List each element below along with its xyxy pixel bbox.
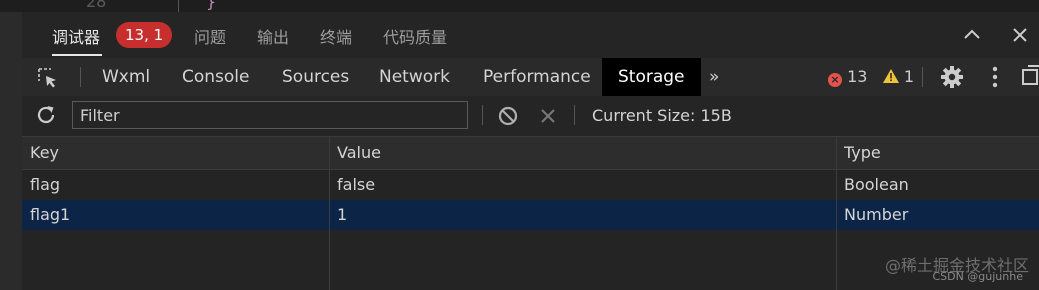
- separator: [80, 67, 81, 87]
- devtools-tab-bar: Wxml Console Sources Network Performance…: [22, 58, 1039, 97]
- tab-wxml[interactable]: Wxml: [102, 58, 150, 96]
- warning-icon: [882, 69, 899, 83]
- refresh-icon[interactable]: [34, 103, 60, 129]
- active-tab-indicator: [52, 54, 102, 56]
- cell-value: 1: [337, 205, 348, 224]
- cell-type: Number: [844, 205, 909, 224]
- chevron-up-icon[interactable]: [959, 22, 985, 48]
- column-header-key[interactable]: Key: [22, 138, 59, 168]
- tab-performance[interactable]: Performance: [483, 58, 591, 96]
- error-icon: ×: [828, 73, 842, 87]
- tab-output[interactable]: 输出: [257, 24, 289, 48]
- cell-value: false: [337, 175, 376, 194]
- tab-terminal[interactable]: 终端: [320, 24, 352, 48]
- column-divider[interactable]: [329, 137, 330, 290]
- separator: [922, 67, 923, 87]
- cell-key: flag: [30, 175, 61, 194]
- clear-all-icon[interactable]: [496, 104, 522, 130]
- tab-problems[interactable]: 问题: [194, 24, 226, 48]
- gear-icon[interactable]: [939, 64, 965, 90]
- table-header: Key Value Type: [22, 137, 1039, 170]
- column-header-value[interactable]: Value: [329, 138, 381, 168]
- column-divider[interactable]: [836, 137, 837, 290]
- column-header-type[interactable]: Type: [836, 138, 881, 168]
- tab-debugger[interactable]: 调试器: [52, 24, 100, 48]
- panel-header: 调试器 13, 1 问题 输出 终端 代码质量: [22, 12, 1039, 58]
- table-row-selected[interactable]: flag1 1 Number: [22, 200, 1039, 230]
- separator: [482, 105, 483, 125]
- tab-storage[interactable]: Storage: [602, 58, 701, 96]
- kebab-menu-icon[interactable]: [982, 64, 1008, 90]
- cell-type: Boolean: [844, 175, 909, 194]
- more-tabs-button[interactable]: »: [709, 58, 719, 96]
- separator: [574, 105, 575, 125]
- dock-icon[interactable]: [1020, 64, 1039, 90]
- indent-guide: [178, 0, 179, 12]
- close-icon[interactable]: [1007, 22, 1033, 48]
- current-size-label: Current Size: 15B: [592, 106, 732, 125]
- tab-console[interactable]: Console: [182, 58, 250, 96]
- inspect-element-icon[interactable]: [36, 66, 60, 90]
- tab-sources[interactable]: Sources: [282, 58, 349, 96]
- tab-network[interactable]: Network: [379, 58, 450, 96]
- line-number: 28: [86, 0, 107, 11]
- watermark-sub: CSDN @gujunhe: [932, 270, 1023, 283]
- storage-toolbar: Current Size: 15B: [22, 96, 1039, 137]
- issues-counter[interactable]: × 13 1: [828, 58, 914, 96]
- error-count: 13: [847, 67, 868, 86]
- editor-gutter: [0, 12, 22, 290]
- tab-code-quality[interactable]: 代码质量: [383, 24, 447, 48]
- debugger-count-badge: 13, 1: [116, 22, 173, 48]
- code-brace: }: [206, 0, 217, 11]
- delete-selected-icon[interactable]: [536, 104, 562, 130]
- filter-input[interactable]: [72, 101, 468, 129]
- cell-key: flag1: [30, 205, 71, 224]
- warning-count: 1: [903, 67, 914, 86]
- table-row[interactable]: flag false Boolean: [22, 170, 1039, 200]
